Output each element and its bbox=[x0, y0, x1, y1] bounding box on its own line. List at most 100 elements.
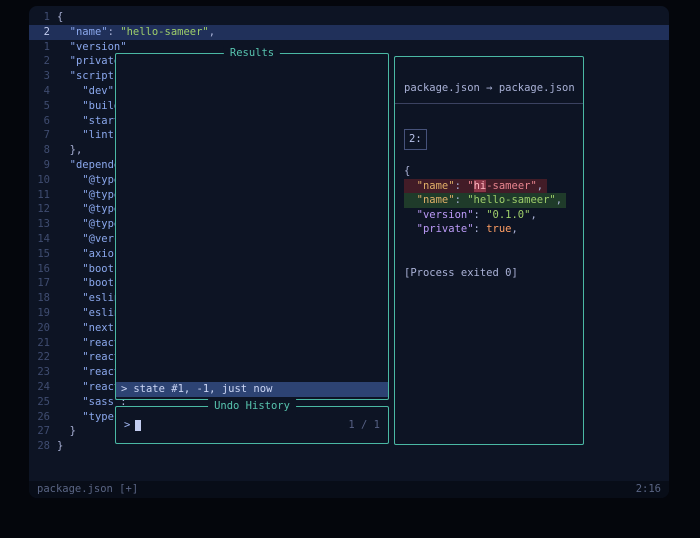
code-segment: "version" bbox=[404, 208, 474, 221]
code-segment: , bbox=[536, 179, 544, 192]
code-segment: "name" bbox=[69, 25, 108, 38]
hunk-header: 2: bbox=[404, 129, 427, 150]
code-segment: }, bbox=[57, 144, 83, 157]
line-text: }, bbox=[57, 143, 83, 158]
code-segment: "name" bbox=[404, 179, 455, 192]
code-segment: { bbox=[57, 11, 64, 23]
prompt-window: Undo History > 1 / 1 bbox=[115, 399, 389, 444]
line-number: 16 bbox=[37, 262, 50, 275]
diff-line-content: "version": "0.1.0", bbox=[404, 208, 537, 223]
results-selected-entry[interactable]: > state #1, -1, just now bbox=[116, 382, 388, 397]
diff-line-content: "private": true, bbox=[404, 222, 518, 237]
code-segment: "dev" bbox=[82, 84, 114, 97]
code-segment: "hello-sameer" bbox=[467, 194, 556, 206]
line-text: } bbox=[57, 424, 76, 439]
code-segment: "hello-sameer" bbox=[120, 25, 209, 38]
process-exit-message: [Process exited 0] bbox=[404, 266, 518, 279]
code-segment: "private" bbox=[404, 223, 474, 235]
code-segment: : bbox=[454, 179, 468, 192]
line-number: 17 bbox=[37, 277, 50, 290]
prompt-input[interactable]: > 1 / 1 bbox=[116, 419, 388, 431]
preview-diff: { "name": "hi-sameer", "name": "hello-sa… bbox=[395, 164, 583, 237]
diff-line-content: "name": "hi-sameer", bbox=[404, 178, 548, 193]
preview-header: package.json → package.json bbox=[404, 82, 575, 94]
line-number: 26 bbox=[37, 410, 50, 423]
code-segment: , bbox=[208, 25, 216, 38]
selection-caret-icon: > bbox=[121, 383, 128, 395]
line-number: 11 bbox=[37, 188, 50, 201]
line-number: 28 bbox=[37, 440, 50, 453]
code-segment: , bbox=[511, 223, 518, 235]
prompt-title: Undo History bbox=[208, 399, 296, 414]
line-number: 14 bbox=[37, 232, 50, 245]
line-text: "name": "hello-sameer", bbox=[57, 25, 215, 40]
line-number: 7 bbox=[43, 129, 50, 142]
line-number: 12 bbox=[37, 203, 50, 216]
results-entry-label: state #1, -1, just now bbox=[133, 383, 273, 395]
diff-line-context: "version": "0.1.0", bbox=[395, 208, 583, 223]
statusline-file: package.json [+] bbox=[37, 483, 139, 495]
code-segment: : bbox=[107, 25, 121, 38]
preview-separator bbox=[395, 103, 583, 104]
line-text: } bbox=[57, 439, 63, 454]
code-segment: { bbox=[404, 165, 411, 177]
buffer-line-current[interactable]: 2 "name": "hello-sameer", bbox=[29, 24, 669, 40]
code-segment: true bbox=[486, 223, 512, 235]
code-segment: " bbox=[467, 179, 474, 192]
line-number: 13 bbox=[37, 218, 50, 231]
code-segment: : bbox=[473, 223, 487, 235]
prompt-caret-icon: > bbox=[124, 419, 131, 431]
hunk-header-row: 2: bbox=[404, 129, 583, 152]
line-number: 9 bbox=[43, 158, 50, 171]
line-number: 1 bbox=[43, 40, 50, 53]
line-number: 3 bbox=[43, 70, 50, 83]
diff-line-removed: "name": "hi-sameer", bbox=[395, 178, 583, 193]
buffer-line[interactable]: 1{ bbox=[29, 10, 669, 25]
result-counter: 1 / 1 bbox=[348, 419, 380, 431]
diff-line-content: "name": "hello-sameer", bbox=[404, 193, 567, 208]
line-number: 19 bbox=[37, 306, 50, 319]
statusline: package.json [+] 2:16 bbox=[29, 481, 669, 498]
code-segment: } bbox=[57, 425, 76, 438]
diff-line-context: { bbox=[395, 164, 583, 179]
line-number: 2 bbox=[43, 55, 50, 68]
line-number: 24 bbox=[37, 380, 50, 393]
diff-line-context: "private": true, bbox=[395, 222, 583, 237]
code-segment: -sameer" bbox=[486, 179, 537, 192]
results-window: Results > state #1, -1, just now bbox=[115, 46, 389, 400]
code-segment: "0.1.0" bbox=[486, 208, 531, 221]
line-number: 1 bbox=[43, 11, 50, 23]
line-text: "dev": bbox=[57, 84, 120, 99]
line-number: 6 bbox=[43, 114, 50, 127]
code-segment: : bbox=[473, 208, 487, 221]
code-segment: , bbox=[530, 208, 537, 221]
line-number: 10 bbox=[37, 173, 50, 186]
statusline-position: 2:16 bbox=[635, 483, 661, 495]
line-number: 27 bbox=[37, 425, 50, 438]
line-number: 22 bbox=[37, 351, 50, 364]
text-cursor bbox=[135, 419, 142, 431]
code-segment: hi bbox=[473, 179, 487, 192]
